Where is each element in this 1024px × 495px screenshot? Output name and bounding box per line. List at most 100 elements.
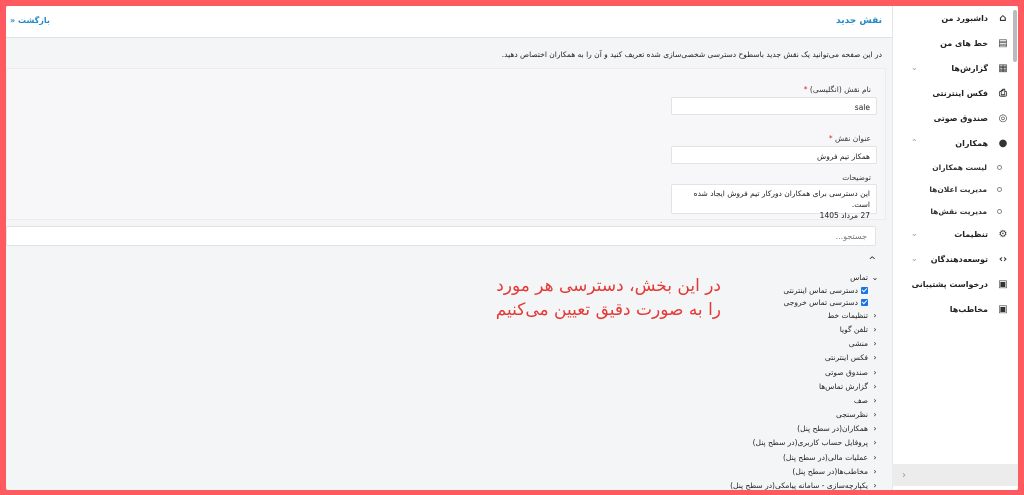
tree-node-label: نظرسنجی — [835, 410, 868, 420]
tree-child-label: دسترسی تماس اینترنتی — [783, 285, 858, 295]
chevron-left-icon: ‹ — [873, 395, 877, 405]
tree-child-label: دسترسی تماس خروجی — [783, 297, 858, 307]
tree-node-label: پروفایل حساب کاربری(در سطح پنل) — [752, 438, 868, 448]
sidebar-subitem-notifications[interactable]: مدیریت اعلان‌ها — [893, 178, 1018, 200]
chevron-left-icon: ‹ — [873, 424, 877, 434]
chevron-left-icon: ‹ — [873, 481, 877, 490]
chevron-left-icon: ‹ — [873, 452, 877, 462]
tree-node[interactable]: ‹ تلفن گویا — [730, 322, 880, 336]
chevron-down-icon: ⌄ — [911, 254, 918, 263]
sidebar-item-reports[interactable]: ▦ گزارش‌ها ⌄ — [893, 56, 1018, 81]
sidebar-item-fax[interactable]: ⎙ فکس اینترنتی — [893, 81, 1018, 106]
tree-node-label: فکس اینترنتی — [824, 353, 868, 363]
role-title-label: عنوان نقش * — [828, 134, 871, 143]
tree-node[interactable]: ‹ نظرسنجی — [730, 408, 880, 422]
permission-search-input[interactable]: جستجو... — [6, 226, 876, 246]
tree-node-label: تلفن گویا — [839, 324, 868, 334]
voicemail-icon: ◎ — [998, 113, 1008, 124]
chevron-left-icon: ‹ — [873, 310, 877, 320]
double-chevron-left-icon: « — [10, 16, 16, 25]
chevron-up-icon[interactable]: ^ — [868, 256, 876, 266]
role-name-input[interactable]: sale — [671, 97, 877, 115]
sidebar-item-contacts[interactable]: ▣ مخاطب‌ها — [893, 297, 1018, 322]
tree-node-label: صف — [853, 395, 868, 405]
chevron-left-icon: ‹ — [873, 353, 877, 363]
description-textarea[interactable]: این دسترسی برای همکاران دورکار تیم فروش … — [671, 184, 877, 220]
tree-node[interactable]: ‹ صندوق صوتی — [730, 365, 880, 379]
fax-icon: ⎙ — [999, 88, 1007, 99]
tree-node-label: یکپارچه‌سازی - سامانه پیامکی(در سطح پنل) — [730, 481, 868, 490]
sidebar-item-dashboard[interactable]: ⌂ داشبورد من — [893, 6, 1018, 31]
sidebar-subitem-label: مدیریت اعلان‌ها — [929, 184, 987, 194]
description-label: توضیحات — [842, 173, 871, 182]
tree-node-label: صندوق صوتی — [825, 367, 868, 377]
sidebar-item-support[interactable]: ▣ درخواست پشتیبانی — [893, 272, 1018, 297]
permission-tree: ⌄ تماس دسترسی تماس اینترنتی دسترسی تماس … — [730, 270, 880, 490]
tree-node-label: منشی — [848, 339, 868, 349]
bullet-icon — [997, 164, 1002, 170]
sidebar-subitem-label: لیست همکاران — [932, 162, 987, 172]
main-content: نقش جدید بازگشت « در این صفحه می‌توانید … — [6, 6, 892, 490]
app-frame: نقش جدید بازگشت « در این صفحه می‌توانید … — [6, 6, 1018, 490]
page-description: در این صفحه می‌توانید یک نقش جدید باسطوح… — [501, 50, 882, 59]
sidebar: ⌂ داشبورد من ▤ خط های من ▦ گزارش‌ها ⌄ ⎙ … — [892, 6, 1018, 490]
gear-icon: ⚙ — [998, 229, 1008, 240]
sidebar-item-developers[interactable]: ‹› توسعه‌دهندگان ⌄ — [893, 247, 1018, 272]
role-name-label: نام نقش (انگلیسی) * — [803, 85, 871, 94]
chevron-left-icon: ‹ — [873, 381, 877, 391]
tree-node[interactable]: ‹ منشی — [730, 337, 880, 351]
tree-node-expanded[interactable]: ⌄ تماس — [730, 270, 880, 284]
tree-node-label: همکاران(در سطح پنل) — [797, 424, 868, 434]
tree-node-label: مخاطب‌ها(در سطح پنل) — [792, 466, 868, 476]
tree-child[interactable]: دسترسی تماس خروجی — [730, 296, 880, 308]
sidebar-item-label: توسعه‌دهندگان — [930, 255, 988, 264]
sidebar-item-settings[interactable]: ⚙ تنظیمات ⌄ — [893, 222, 1018, 247]
tree-node-label: عملیات مالی(در سطح پنل) — [782, 452, 868, 462]
tree-node[interactable]: ‹ همکاران(در سطح پنل) — [730, 422, 880, 436]
book-icon: ▤ — [998, 38, 1008, 49]
sidebar-subitem-roles[interactable]: مدیریت نقش‌ها — [893, 200, 1018, 222]
sidebar-item-label: مخاطب‌ها — [949, 305, 988, 314]
back-label: بازگشت — [17, 16, 50, 25]
sidebar-item-label: تنظیمات — [954, 230, 988, 239]
code-icon: ‹› — [998, 254, 1008, 265]
checkbox-checked[interactable] — [861, 298, 868, 306]
bullet-icon — [997, 208, 1002, 214]
sidebar-item-label: داشبورد من — [941, 14, 988, 23]
chevron-left-icon: ‹ — [873, 410, 877, 420]
sidebar-collapse-button[interactable]: › — [892, 464, 1018, 486]
sidebar-item-label: همکاران — [955, 139, 988, 148]
sidebar-item-label: صندوق صوتی — [933, 114, 988, 123]
tree-node[interactable]: ‹ گزارش تماس‌ها — [730, 379, 880, 393]
annotation-line-1: در این بخش، دسترسی هر مورد — [496, 276, 721, 296]
chevron-left-icon: ‹ — [873, 339, 877, 349]
annotation-line-2: را به صورت دقیق تعیین می‌کنیم — [495, 300, 721, 320]
tree-node[interactable]: ‹ صف — [730, 393, 880, 407]
tree-node[interactable]: ‹ مخاطب‌ها(در سطح پنل) — [730, 464, 880, 478]
chevron-up-icon: ⌃ — [911, 138, 918, 147]
sidebar-item-label: گزارش‌ها — [951, 64, 988, 73]
tree-node[interactable]: ‹ پروفایل حساب کاربری(در سطح پنل) — [730, 436, 880, 450]
bullet-icon — [997, 186, 1002, 192]
sidebar-item-lines[interactable]: ▤ خط های من — [893, 31, 1018, 56]
sidebar-subitem-colleague-list[interactable]: لیست همکاران — [893, 156, 1018, 178]
tree-child[interactable]: دسترسی تماس اینترنتی — [730, 284, 880, 296]
ticket-icon: ▣ — [998, 279, 1008, 290]
role-title-input[interactable]: همکار تیم فروش — [671, 146, 877, 164]
sidebar-item-colleagues[interactable]: ● همکاران ⌃ — [893, 131, 1018, 156]
tree-node-label: تماس — [850, 272, 868, 282]
checkbox-checked[interactable] — [861, 286, 868, 294]
chevron-down-icon: ⌄ — [871, 272, 879, 282]
chevron-left-icon: ‹ — [873, 466, 877, 476]
chevron-down-icon: ⌄ — [911, 63, 918, 72]
chevron-down-icon: ⌄ — [911, 229, 918, 238]
tree-node[interactable]: ‹ عملیات مالی(در سطح پنل) — [730, 450, 880, 464]
description-line-1: این دسترسی برای همکاران دورکار تیم فروش … — [693, 189, 870, 209]
tree-node[interactable]: ‹ فکس اینترنتی — [730, 351, 880, 365]
role-form-card: نام نقش (انگلیسی) * sale عنوان نقش * همک… — [6, 68, 886, 220]
back-button[interactable]: بازگشت « — [10, 16, 50, 25]
tree-node[interactable]: ‹ تنظیمات خط — [730, 308, 880, 322]
chevron-left-icon: ‹ — [873, 438, 877, 448]
tree-node[interactable]: ‹ یکپارچه‌سازی - سامانه پیامکی(در سطح پنل… — [730, 478, 880, 490]
sidebar-item-voicemail[interactable]: ◎ صندوق صوتی — [893, 106, 1018, 131]
